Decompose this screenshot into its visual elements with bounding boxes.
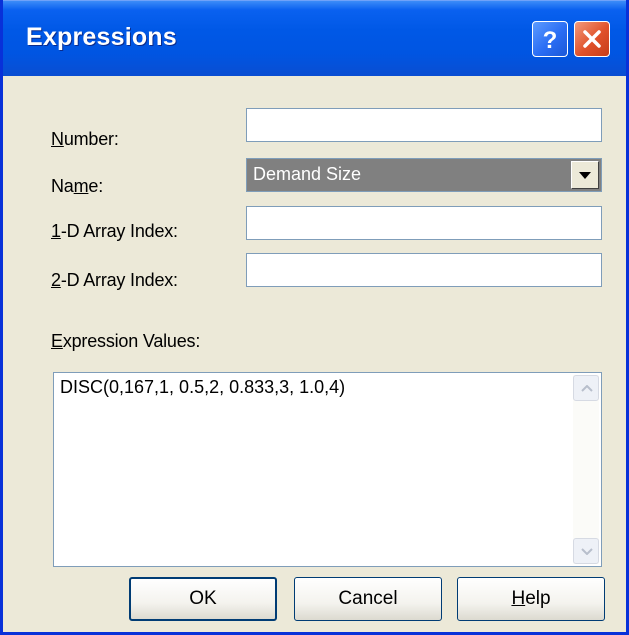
expression-values-label: Expression Values: [51, 331, 201, 351]
name-selected-value: Demand Size [253, 164, 362, 184]
svg-text:?: ? [543, 27, 558, 54]
title-help-button[interactable]: ? [532, 21, 568, 57]
dialog-title: Expressions [26, 23, 177, 51]
name-label: Name: [51, 176, 104, 196]
array2-index-field[interactable] [246, 253, 602, 287]
expression-text: DISC(0,167,1, 0.5,2, 0.833,3, 1.0,4) [60, 377, 346, 397]
scroll-down-button[interactable] [573, 538, 599, 564]
title-bar[interactable]: Expressions ? [3, 0, 626, 76]
scroll-up-button[interactable] [573, 375, 599, 401]
close-x-icon [583, 30, 601, 48]
chevron-up-icon [581, 385, 593, 392]
number-field[interactable] [246, 108, 602, 142]
vertical-scrollbar[interactable] [573, 375, 599, 564]
help-button[interactable]: Help [457, 577, 605, 621]
chevron-down-icon [581, 548, 593, 555]
number-label: Number: [51, 129, 119, 149]
name-dropdown-button[interactable] [571, 161, 599, 189]
array1-index-field[interactable] [246, 206, 602, 240]
array1-label: 1-D Array Index: [51, 221, 178, 241]
expression-values-textarea[interactable]: DISC(0,167,1, 0.5,2, 0.833,3, 1.0,4) [53, 372, 602, 567]
question-icon: ? [543, 27, 558, 54]
name-combobox[interactable]: Demand Size [246, 158, 602, 192]
array2-label: 2-D Array Index: [51, 270, 178, 290]
expressions-dialog: Expressions ? Number: Name: Demand Size … [0, 0, 629, 635]
title-close-button[interactable] [574, 21, 610, 57]
cancel-button[interactable]: Cancel [294, 577, 442, 621]
chevron-down-icon [579, 172, 591, 179]
ok-button[interactable]: OK [129, 577, 277, 621]
